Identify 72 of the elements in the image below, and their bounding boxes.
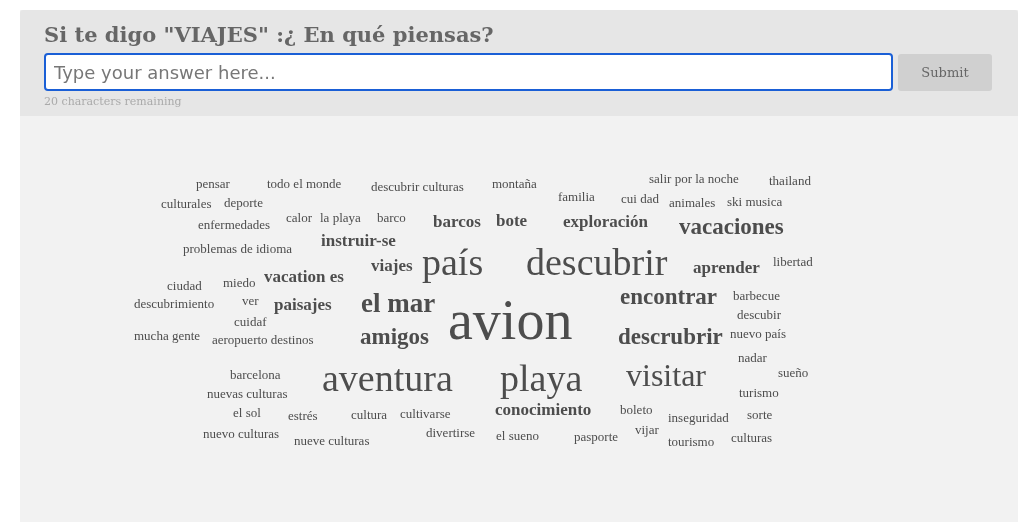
- cloud-word: vacaciones: [679, 215, 784, 239]
- cloud-word: paisajes: [274, 295, 332, 313]
- cloud-word: el mar: [361, 290, 436, 318]
- cloud-word: aventura: [322, 359, 453, 398]
- cloud-word: instruir-se: [321, 231, 396, 249]
- cloud-word: nueve culturas: [294, 433, 370, 447]
- cloud-word: nuevo país: [730, 326, 786, 340]
- cloud-word: deporte: [224, 195, 263, 209]
- cloud-word: ciudad: [167, 278, 202, 292]
- cloud-word: boleto: [620, 402, 653, 416]
- cloud-word: descubrimiento: [134, 296, 215, 310]
- submit-button[interactable]: Submit: [898, 53, 992, 91]
- cloud-word: problemas de idioma: [183, 241, 293, 255]
- cloud-word: miedo: [223, 275, 256, 289]
- cloud-word: cultura: [351, 407, 388, 421]
- cloud-word: salir por la noche: [649, 171, 739, 185]
- cloud-word: pasporte: [574, 429, 619, 443]
- cloud-word: viajes: [371, 256, 413, 274]
- cloud-word: culturas: [731, 430, 773, 444]
- question-title: Si te digo "VIAJES" :¿ En qué piensas?: [44, 22, 495, 47]
- cloud-word: animales: [669, 195, 716, 209]
- cloud-word: vacation es: [264, 267, 344, 285]
- cloud-word: familia: [558, 189, 595, 203]
- cloud-word: barcos: [433, 212, 481, 230]
- cloud-word: vijar: [635, 422, 659, 436]
- cloud-word: nuevas culturas: [207, 386, 288, 400]
- cloud-word: el sol: [233, 405, 261, 419]
- cloud-word: libertad: [773, 254, 813, 268]
- cloud-word: tourismo: [668, 434, 715, 448]
- cloud-word: todo el monde: [267, 176, 342, 190]
- cloud-word: descrubrir: [618, 325, 723, 349]
- cloud-word: bote: [496, 211, 528, 229]
- cloud-word: divertirse: [426, 425, 476, 439]
- cloud-word: sorte: [747, 407, 773, 421]
- cloud-word: aeropuerto destinos: [212, 332, 314, 346]
- cloud-word: conocimiento: [495, 400, 592, 418]
- cloud-word: cuidaf: [234, 314, 267, 328]
- cloud-word: nuevo culturas: [203, 426, 280, 440]
- characters-remaining: 20 characters remaining: [44, 95, 183, 108]
- cloud-word: thailand: [769, 173, 811, 187]
- cloud-word: nadar: [738, 350, 767, 364]
- cloud-word: ski musica: [727, 194, 783, 208]
- cloud-word: la playa: [320, 210, 361, 224]
- cloud-word: descubrir culturas: [371, 179, 464, 193]
- cloud-word: exploración: [563, 212, 648, 230]
- cloud-word: turismo: [739, 385, 779, 399]
- cloud-word: el sueno: [496, 428, 539, 442]
- cloud-word: país: [422, 243, 484, 282]
- cloud-word: calor: [286, 210, 312, 224]
- answer-field[interactable]: Type your answer here...: [44, 53, 893, 91]
- cloud-word: playa: [500, 359, 583, 398]
- cloud-word: cui dad: [621, 191, 659, 205]
- cloud-word: visitar: [626, 359, 706, 392]
- cloud-word: inseguridad: [668, 410, 729, 424]
- cloud-word: cultivarse: [400, 406, 451, 420]
- cloud-word: pensar: [196, 176, 230, 190]
- cloud-word: amigos: [360, 325, 429, 349]
- cloud-word: sueño: [778, 365, 809, 379]
- cloud-word: culturales: [161, 196, 212, 210]
- cloud-word: descubir: [737, 307, 782, 321]
- cloud-word: aprender: [693, 258, 760, 276]
- cloud-word: montaña: [492, 176, 537, 190]
- cloud-word: barco: [377, 210, 406, 224]
- cloud-word: descubrir: [526, 243, 668, 282]
- cloud-word: mucha gente: [134, 328, 201, 342]
- cloud-word: barcelona: [230, 367, 281, 381]
- cloud-word: ver: [242, 293, 259, 307]
- cloud-word: avion: [448, 292, 573, 349]
- cloud-word: encontrar: [620, 285, 718, 309]
- cloud-word: estrés: [288, 408, 318, 422]
- cloud-word: enfermedades: [198, 217, 271, 231]
- cloud-word: barbecue: [733, 288, 780, 302]
